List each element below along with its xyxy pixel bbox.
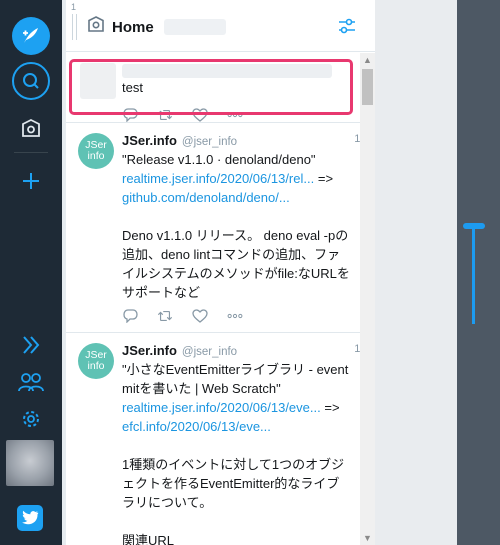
avatar-text-line2: info xyxy=(87,360,105,372)
empty-column-area xyxy=(375,0,457,545)
highlight-box xyxy=(69,59,353,115)
tweet-header: JSer.info @jser_info xyxy=(122,343,350,360)
twitter-logo-icon xyxy=(22,510,39,525)
add-column-button[interactable] xyxy=(11,161,51,201)
accounts-button[interactable] xyxy=(11,362,51,402)
account-name-redacted xyxy=(164,19,226,35)
vertical-slider-track[interactable] xyxy=(472,226,475,324)
rail-divider xyxy=(14,152,48,153)
reply-icon[interactable] xyxy=(122,308,138,324)
settings-button[interactable] xyxy=(11,399,51,439)
sliders-icon[interactable] xyxy=(337,16,357,36)
column-drag-handle[interactable] xyxy=(72,14,77,40)
scroll-up-icon[interactable]: ▲ xyxy=(363,55,372,65)
tweet-related-label: 関連URL xyxy=(122,533,175,545)
author-name[interactable]: JSer.info xyxy=(122,343,177,358)
tweet-link[interactable]: github.com/denoland/deno/... xyxy=(122,190,290,205)
tweet-item[interactable]: JSer info JSer.info @jser_info 1r "Relea… xyxy=(66,123,364,333)
home-nav-button[interactable] xyxy=(11,109,51,149)
add-column-icon xyxy=(23,173,39,189)
author-handle[interactable]: @jser_info xyxy=(182,136,237,148)
side-panel xyxy=(457,0,500,545)
settings-icon xyxy=(23,411,39,427)
tweet-description: 1種類のイベントに対して1つのオブジェクトを作るEventEmitter的なライ… xyxy=(122,457,345,510)
more-icon[interactable] xyxy=(227,308,243,324)
scroll-down-icon[interactable]: ▼ xyxy=(363,533,372,543)
search-button[interactable] xyxy=(12,62,50,100)
arrow-text: => xyxy=(314,171,334,186)
tweet-link[interactable]: efcl.info/2020/06/13/eve... xyxy=(122,419,271,434)
tweet-item[interactable]: JSer info JSer.info @jser_info 1r "小さなEv… xyxy=(66,333,364,545)
column-number: 1 xyxy=(71,2,77,12)
like-icon[interactable] xyxy=(192,308,208,324)
arrow-text: => xyxy=(320,400,340,415)
tweet-link[interactable]: realtime.jser.info/2020/06/13/eve... xyxy=(122,400,321,415)
tweet-body: "Release v1.1.0 · denoland/deno" realtim… xyxy=(122,150,350,302)
retweet-icon[interactable] xyxy=(157,308,173,324)
compose-icon xyxy=(23,28,38,43)
avatar-text-line2: info xyxy=(87,150,105,162)
column-title: Home xyxy=(112,19,154,36)
scroll-thumb[interactable] xyxy=(362,69,373,105)
tweet-feed[interactable]: test JSer info JSer.info @jser_info 1r "… xyxy=(66,53,364,545)
home-icon xyxy=(22,118,40,137)
compose-button[interactable] xyxy=(12,17,50,55)
nav-rail xyxy=(0,0,62,545)
tweet-body: "小さなEventEmitterライブラリ - eventmitを書いた | W… xyxy=(122,360,350,545)
expand-icon xyxy=(23,336,40,354)
tweet-quote-title: "Release v1.1.0 · denoland/deno" xyxy=(122,152,316,167)
avatar[interactable]: JSer info xyxy=(78,343,114,379)
tweet-quote-title: "小さなEventEmitterライブラリ - eventmitを書いた | W… xyxy=(122,362,349,396)
author-name[interactable]: JSer.info xyxy=(122,133,177,148)
tweet-link[interactable]: realtime.jser.info/2020/06/13/rel... xyxy=(122,171,314,186)
search-icon xyxy=(23,73,39,89)
tweet-actions xyxy=(122,308,350,324)
expand-button[interactable] xyxy=(11,325,51,365)
twitter-logo[interactable] xyxy=(17,505,43,531)
accounts-icon xyxy=(18,373,44,392)
tweet-description: Deno v1.1.0 リリース。 deno eval -pの追加、deno l… xyxy=(122,228,350,300)
author-handle[interactable]: @jser_info xyxy=(182,346,237,358)
avatar[interactable]: JSer info xyxy=(78,133,114,169)
tweet-header: JSer.info @jser_info xyxy=(122,133,350,150)
home-column: 1 Home test JSer info JSer.info @jser_in… xyxy=(66,0,375,545)
vertical-slider-thumb[interactable] xyxy=(463,223,485,229)
tweet-item[interactable]: test xyxy=(66,53,360,123)
column-scrollbar[interactable]: ▲ ▼ xyxy=(360,53,375,545)
account-avatar[interactable] xyxy=(6,440,54,486)
column-header: 1 Home xyxy=(66,0,375,52)
home-icon xyxy=(88,16,104,32)
